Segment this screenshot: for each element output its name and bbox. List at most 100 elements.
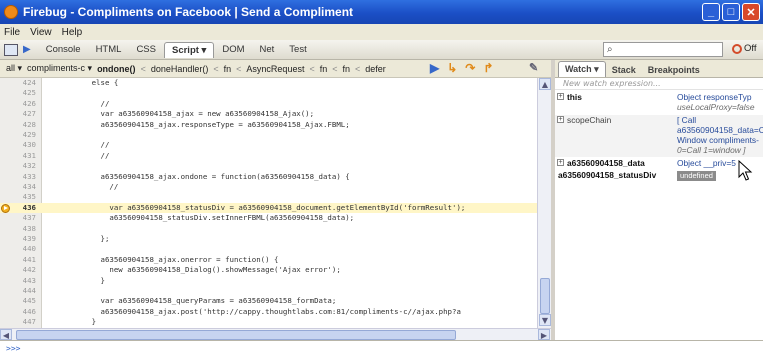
maximize-button[interactable]: □	[722, 3, 740, 21]
menu-file[interactable]: File	[4, 27, 20, 38]
scroll-left-arrow-icon[interactable]: ◀	[0, 329, 12, 340]
line-number[interactable]: 443	[14, 276, 36, 286]
code-line[interactable]: 447 }	[0, 317, 537, 327]
line-number[interactable]: 438	[14, 224, 36, 234]
tab-net[interactable]: Net	[253, 42, 282, 57]
watch-row-data[interactable]: + a63560904158_data Object __priv=5	[555, 158, 763, 169]
scroll-down-arrow-icon[interactable]: ▼	[539, 314, 551, 326]
code-line[interactable]: 428 a63560904158_ajax.responseType = a63…	[0, 120, 537, 130]
code-line[interactable]: 427 var a63560904158_ajax = new a6356090…	[0, 109, 537, 119]
line-number[interactable]: 427	[14, 109, 36, 119]
code-line[interactable]: 441 a63560904158_ajax.onerror = function…	[0, 255, 537, 265]
code-line-current[interactable]: 436 var a63560904158_statusDiv = a635609…	[0, 202, 537, 214]
scroll-up-arrow-icon[interactable]: ▲	[539, 78, 551, 90]
line-number[interactable]: 447	[14, 317, 36, 327]
line-number[interactable]: 431	[14, 151, 36, 161]
line-number[interactable]: 435	[14, 192, 36, 202]
code-line[interactable]: 443 }	[0, 276, 537, 286]
code-line[interactable]: 437 a63560904158_statusDiv.setInnerFBML(…	[0, 213, 537, 223]
tab-breakpoints[interactable]: Breakpoints	[642, 63, 706, 77]
line-number[interactable]: 441	[14, 255, 36, 265]
line-number[interactable]: 426	[14, 99, 36, 109]
line-number[interactable]: 429	[14, 130, 36, 140]
pin-icon[interactable]: ✎	[529, 61, 538, 74]
source-vertical-scrollbar[interactable]: ▲ ▼	[537, 78, 551, 328]
tab-dom[interactable]: DOM	[215, 42, 251, 57]
tab-css[interactable]: CSS	[129, 42, 163, 57]
stack-frame-defer[interactable]: defer	[365, 64, 386, 74]
code-line[interactable]: 444	[0, 286, 537, 296]
tab-watch[interactable]: Watch ▾	[558, 61, 606, 77]
line-number[interactable]: 444	[14, 286, 36, 296]
code-line[interactable]: 425	[0, 88, 537, 98]
stack-frame-fn[interactable]: fn	[320, 64, 328, 74]
code-line[interactable]: 424 else {	[0, 78, 537, 88]
line-number[interactable]: 428	[14, 120, 36, 130]
code-line[interactable]: 435	[0, 192, 537, 202]
scroll-right-arrow-icon[interactable]: ▶	[538, 329, 550, 340]
code-line[interactable]: 445 var a63560904158_queryParams = a6356…	[0, 296, 537, 306]
minimize-button[interactable]: _	[702, 3, 720, 21]
code-line[interactable]: 440	[0, 244, 537, 254]
script-source-view[interactable]: 424 else {425 426 //427 var a63560904158_…	[0, 78, 537, 328]
scrollbar-thumb[interactable]	[16, 330, 456, 340]
tab-stack[interactable]: Stack	[606, 63, 642, 77]
code-line[interactable]: 430 //	[0, 140, 537, 150]
line-number[interactable]: 436	[14, 203, 36, 213]
code-line[interactable]: 429	[0, 130, 537, 140]
watch-row-this[interactable]: + this Object responseTyp useLocalProxy=…	[555, 92, 763, 114]
line-number[interactable]: 445	[14, 296, 36, 306]
step-out-icon[interactable]: ↱	[483, 61, 493, 75]
code-line[interactable]: 434 //	[0, 182, 537, 192]
code-line[interactable]: 432	[0, 161, 537, 171]
line-number[interactable]: 440	[14, 244, 36, 254]
close-button[interactable]: ✕	[742, 3, 760, 21]
search-input[interactable]: ⌕	[603, 42, 723, 57]
line-number[interactable]: 437	[14, 213, 36, 223]
expand-toggle-icon[interactable]: +	[557, 159, 564, 166]
menu-help[interactable]: Help	[62, 27, 83, 38]
breakpoint-execution-icon[interactable]	[1, 203, 10, 213]
code-line[interactable]: 442 new a63560904158_Dialog().showMessag…	[0, 265, 537, 275]
tab-script[interactable]: Script ▾	[163, 41, 215, 58]
watch-row-scopechain[interactable]: + scopeChain [ Call a63560904158_data=C …	[555, 115, 763, 157]
step-into-icon[interactable]: ↳	[447, 61, 457, 75]
line-number[interactable]: 439	[14, 234, 36, 244]
watch-row-statusdiv[interactable]: a63560904158_statusDiv undefined	[555, 170, 763, 181]
play-icon[interactable]: ▶	[23, 44, 31, 55]
line-number[interactable]: 425	[14, 88, 36, 98]
stack-frame-fn[interactable]: fn	[343, 64, 351, 74]
line-number[interactable]: 446	[14, 307, 36, 317]
code-line[interactable]: 439 };	[0, 234, 537, 244]
stack-frame-ondone[interactable]: ondone()	[97, 64, 136, 74]
stack-frame-donehandler[interactable]: doneHandler()	[151, 64, 209, 74]
stack-frame-asyncrequest[interactable]: AsyncRequest	[246, 64, 304, 74]
source-horizontal-scrollbar[interactable]: ◀ ▶	[0, 328, 551, 340]
line-number[interactable]: 442	[14, 265, 36, 275]
tab-test[interactable]: Test	[282, 42, 313, 57]
file-filter-dropdown[interactable]: all ▾	[6, 63, 22, 74]
line-number[interactable]: 424	[14, 78, 36, 88]
menu-view[interactable]: View	[30, 27, 52, 38]
line-number[interactable]: 430	[14, 140, 36, 150]
stack-frame-fn[interactable]: fn	[224, 64, 232, 74]
code-line[interactable]: 426 //	[0, 99, 537, 109]
code-line[interactable]: 433 a63560904158_ajax.ondone = function(…	[0, 172, 537, 182]
code-line[interactable]: 431 //	[0, 151, 537, 161]
command-line[interactable]: >>>	[0, 340, 763, 356]
continue-icon[interactable]: ▶	[430, 61, 439, 75]
scrollbar-thumb[interactable]	[540, 278, 550, 314]
off-toggle[interactable]: Off	[732, 43, 757, 54]
line-number[interactable]: 433	[14, 172, 36, 182]
script-file-dropdown[interactable]: compliments-c ▾	[27, 63, 92, 74]
expand-toggle-icon[interactable]: +	[557, 116, 564, 123]
code-line[interactable]: 446 a63560904158_ajax.post('http://cappy…	[0, 307, 537, 317]
tab-console[interactable]: Console	[39, 42, 88, 57]
expand-toggle-icon[interactable]: +	[557, 93, 564, 100]
line-number[interactable]: 432	[14, 161, 36, 171]
code-line[interactable]: 438	[0, 224, 537, 234]
new-watch-input[interactable]: New watch expression...	[555, 78, 763, 90]
inspect-icon[interactable]	[4, 43, 18, 56]
tab-html[interactable]: HTML	[89, 42, 129, 57]
line-number[interactable]: 434	[14, 182, 36, 192]
